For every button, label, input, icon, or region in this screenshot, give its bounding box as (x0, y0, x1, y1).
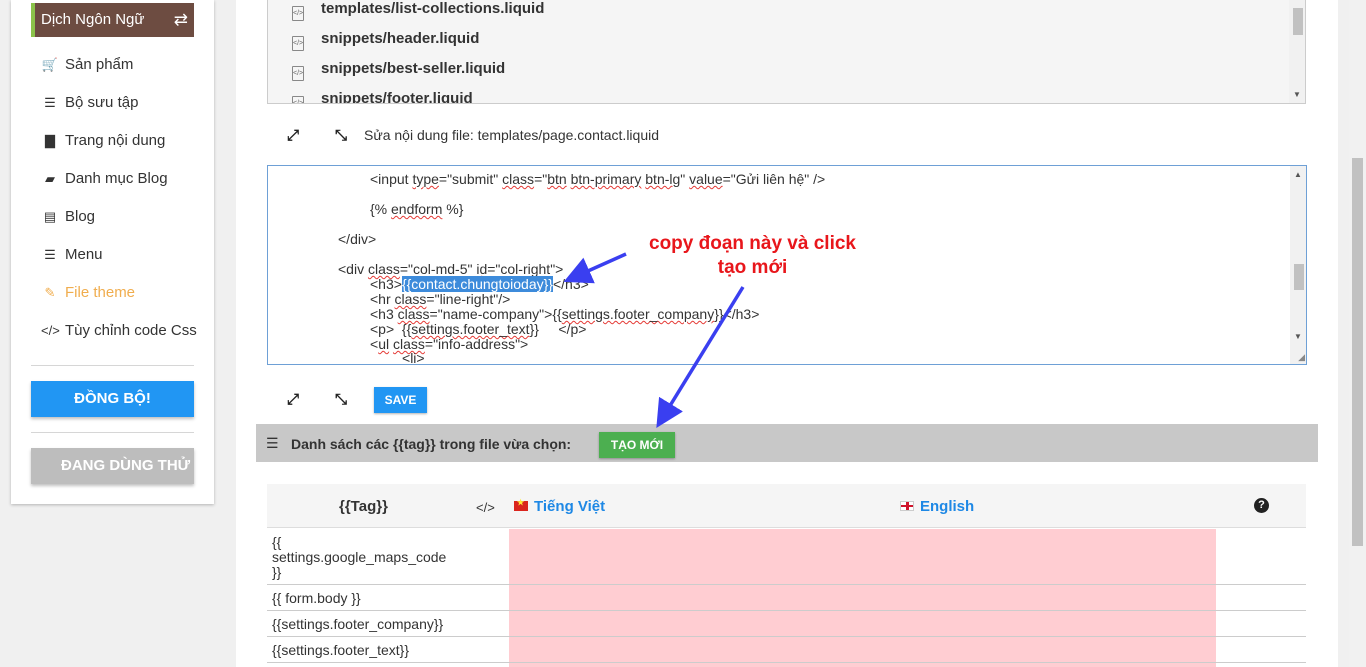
page-scroll-thumb[interactable] (1352, 158, 1363, 546)
annotation-arrows (563, 252, 745, 428)
arrow-to-create-button (656, 286, 745, 428)
arrow-to-selection (563, 252, 627, 284)
page-scrollbar[interactable] (1349, 0, 1366, 667)
